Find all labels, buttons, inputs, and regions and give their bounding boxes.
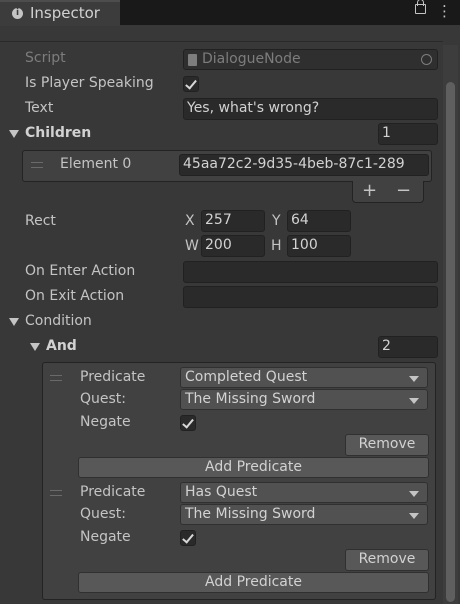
predicate-label: Predicate — [80, 369, 146, 385]
rect-w-input[interactable]: 200 — [201, 235, 265, 257]
chevron-down-icon — [409, 376, 419, 382]
is-player-speaking-checkbox[interactable] — [183, 76, 199, 92]
quest-label: Quest: — [80, 391, 127, 407]
script-file-icon — [188, 54, 197, 66]
quest-label: Quest: — [80, 506, 127, 522]
element-0-label: Element 0 — [60, 156, 132, 172]
condition-label: Condition — [25, 313, 92, 329]
negate-label: Negate — [80, 529, 131, 545]
lock-icon[interactable] — [415, 0, 426, 14]
add-element-icon[interactable]: + — [362, 180, 377, 201]
text-input[interactable]: Yes, what's wrong? — [183, 98, 438, 120]
and-count-input[interactable]: 2 — [378, 336, 438, 358]
negate-checkbox[interactable] — [180, 415, 196, 431]
predicate-dropdown[interactable]: Completed Quest — [180, 367, 428, 388]
on-enter-action-label: On Enter Action — [25, 263, 136, 279]
condition-foldout-icon[interactable] — [9, 318, 19, 326]
on-exit-action-label: On Exit Action — [25, 288, 125, 304]
add-predicate-button[interactable]: Add Predicate — [78, 572, 429, 593]
rect-h-label: H — [271, 238, 282, 254]
rect-y-label: Y — [272, 213, 281, 229]
predicate-label: Predicate — [80, 484, 146, 500]
script-value: DialogueNode — [202, 51, 301, 67]
rect-h-input[interactable]: 100 — [287, 235, 351, 257]
on-enter-action-input[interactable] — [183, 261, 438, 283]
chevron-down-icon — [409, 491, 419, 497]
and-label: And — [46, 338, 77, 354]
rect-y-input[interactable]: 64 — [287, 210, 351, 232]
quest-value: The Missing Sword — [185, 391, 316, 407]
rect-x-input[interactable]: 257 — [201, 210, 265, 232]
children-label: Children — [25, 125, 92, 141]
quest-dropdown[interactable]: The Missing Sword — [180, 389, 428, 410]
info-icon: i — [12, 8, 23, 19]
add-predicate-button[interactable]: Add Predicate — [78, 457, 429, 478]
quest-dropdown[interactable]: The Missing Sword — [180, 504, 428, 525]
tab-title: Inspector — [30, 4, 100, 22]
negate-label: Negate — [80, 414, 131, 430]
chevron-down-icon — [409, 513, 419, 519]
kebab-menu-icon[interactable]: ⋮ — [437, 2, 452, 20]
predicate-dropdown[interactable]: Has Quest — [180, 482, 428, 503]
rect-label: Rect — [25, 213, 56, 229]
on-exit-action-input[interactable] — [183, 286, 438, 308]
remove-element-icon[interactable]: − — [396, 180, 411, 201]
predicate-value: Has Quest — [185, 484, 258, 500]
tab-inspector[interactable]: i Inspector — [0, 0, 120, 26]
drag-handle-icon[interactable] — [31, 162, 43, 168]
quest-value: The Missing Sword — [185, 506, 316, 522]
remove-predicate-button[interactable]: Remove — [345, 549, 429, 571]
object-picker-icon[interactable] — [421, 54, 432, 65]
element-0-input[interactable]: 45aa72c2-9d35-4beb-87c1-289 — [179, 154, 429, 176]
negate-checkbox[interactable] — [180, 530, 196, 546]
rect-w-label: W — [185, 238, 199, 254]
and-foldout-icon[interactable] — [30, 343, 40, 351]
remove-predicate-button[interactable]: Remove — [345, 434, 429, 456]
children-foldout-icon[interactable] — [9, 130, 19, 138]
script-label: Script — [25, 50, 66, 66]
drag-handle-icon[interactable] — [50, 490, 62, 496]
chevron-down-icon — [409, 398, 419, 404]
scrollbar-thumb[interactable] — [446, 82, 455, 602]
rect-x-label: X — [185, 213, 195, 229]
predicate-value: Completed Quest — [185, 369, 308, 385]
script-field: DialogueNode — [183, 49, 438, 70]
drag-handle-icon[interactable] — [50, 375, 62, 381]
is-player-speaking-label: Is Player Speaking — [25, 75, 154, 91]
text-label: Text — [25, 100, 54, 116]
header-divider — [0, 41, 443, 42]
children-count-input[interactable]: 1 — [378, 123, 438, 145]
